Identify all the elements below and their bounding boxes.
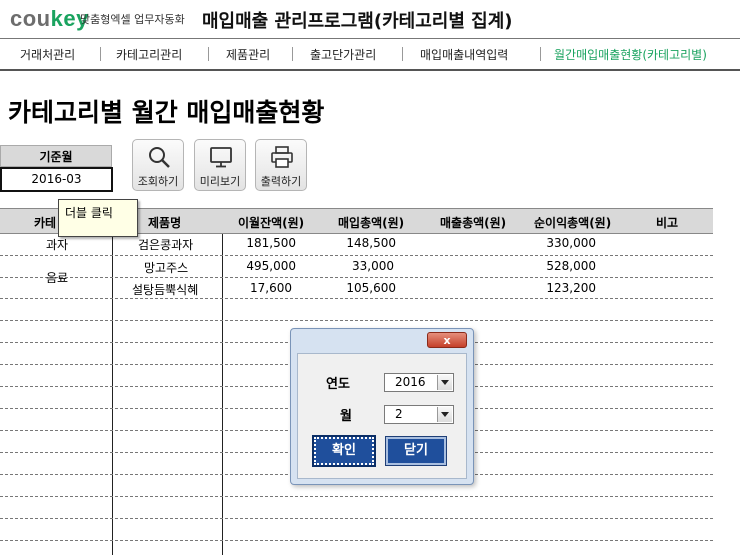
profit-cell: 330,000 xyxy=(546,236,596,250)
row-divider xyxy=(0,277,713,279)
close-icon[interactable]: x xyxy=(427,332,467,348)
carryover-cell: 495,000 xyxy=(246,259,296,273)
nav-separator xyxy=(292,47,293,61)
year-label: 연도 xyxy=(326,377,350,392)
app-header: coukey 맞춤형엑셀 업무자동화 매입매출 관리프로그램(카테고리별 집계) xyxy=(0,0,740,36)
category-cell: 과자 xyxy=(46,238,69,252)
chevron-down-icon[interactable] xyxy=(437,375,452,390)
month-select[interactable]: 2 xyxy=(384,405,454,424)
row-divider xyxy=(0,496,713,498)
row-divider xyxy=(0,320,713,322)
ok-button[interactable]: 확인 xyxy=(312,435,376,467)
product-cell: 망고주스 xyxy=(144,261,189,275)
nav-separator xyxy=(402,47,403,61)
month-select-value: 2 xyxy=(395,407,403,421)
monitor-icon xyxy=(210,147,232,168)
print-button[interactable]: 출력하기 xyxy=(255,139,307,191)
cell-comment-tooltip: 더블 클릭 xyxy=(58,199,138,237)
column-divider xyxy=(112,234,113,555)
page-title: 카테고리별 월간 매입매출현황 xyxy=(8,98,325,127)
base-month-label: 기준월 xyxy=(0,145,112,167)
purchase-cell: 33,000 xyxy=(352,259,394,273)
row-divider xyxy=(0,518,713,520)
nav-item-category[interactable]: 카테고리관리 xyxy=(116,46,182,63)
nav-item-product[interactable]: 제품관리 xyxy=(226,46,270,63)
preview-button[interactable]: 미리보기 xyxy=(194,139,246,191)
column-header-profit: 순이익총액(원) xyxy=(534,216,612,230)
printer-icon xyxy=(271,146,293,168)
product-cell: 설탕듬뿍식혜 xyxy=(132,283,199,297)
profit-cell: 123,200 xyxy=(546,281,596,295)
column-header-category: 카테 xyxy=(34,216,57,230)
chevron-down-icon[interactable] xyxy=(437,407,452,422)
product-cell: 검은콩과자 xyxy=(138,238,194,252)
nav-separator xyxy=(540,47,541,61)
logo-tagline: 맞춤형엑셀 업무자동화 xyxy=(80,13,185,26)
logo: coukey xyxy=(10,6,89,31)
row-divider xyxy=(0,540,713,542)
profit-cell: 528,000 xyxy=(546,259,596,273)
category-cell: 음료 xyxy=(46,271,69,285)
nav-item-vendor[interactable]: 거래처관리 xyxy=(20,46,75,63)
column-header-product: 제품명 xyxy=(148,216,182,230)
nav-item-transaction-entry[interactable]: 매입매출내역입력 xyxy=(420,46,508,63)
year-select[interactable]: 2016 xyxy=(384,373,454,392)
column-header-note: 비고 xyxy=(656,216,679,230)
column-header-sales: 매출총액(원) xyxy=(440,216,507,230)
purchase-cell: 148,500 xyxy=(346,236,396,250)
close-button[interactable]: 닫기 xyxy=(385,436,447,466)
main-nav: 거래처관리 카테고리관리 제품관리 출고단가관리 매입매출내역입력 월간매입매출… xyxy=(0,38,740,71)
base-month-input[interactable]: 2016-03 xyxy=(0,167,113,192)
column-header-carryover: 이월잔액(원) xyxy=(238,216,305,230)
nav-separator xyxy=(208,47,209,61)
row-divider xyxy=(0,298,713,300)
year-select-value: 2016 xyxy=(395,375,426,389)
carryover-cell: 17,600 xyxy=(250,281,292,295)
carryover-cell: 181,500 xyxy=(246,236,296,250)
app-title: 매입매출 관리프로그램(카테고리별 집계) xyxy=(202,11,513,32)
search-button[interactable]: 조회하기 xyxy=(132,139,184,191)
print-button-label: 출력하기 xyxy=(260,175,302,188)
month-label: 월 xyxy=(340,409,352,424)
preview-button-label: 미리보기 xyxy=(199,175,241,188)
row-divider xyxy=(0,255,713,257)
purchase-cell: 105,600 xyxy=(346,281,396,295)
nav-item-outbound-price[interactable]: 출고단가관리 xyxy=(310,46,376,63)
search-icon xyxy=(149,147,170,168)
nav-separator xyxy=(100,47,101,61)
nav-item-monthly-report[interactable]: 월간매입매출현황(카테고리별) xyxy=(554,46,707,63)
column-header-purchase: 매입총액(원) xyxy=(338,216,405,230)
search-button-label: 조회하기 xyxy=(137,175,179,188)
